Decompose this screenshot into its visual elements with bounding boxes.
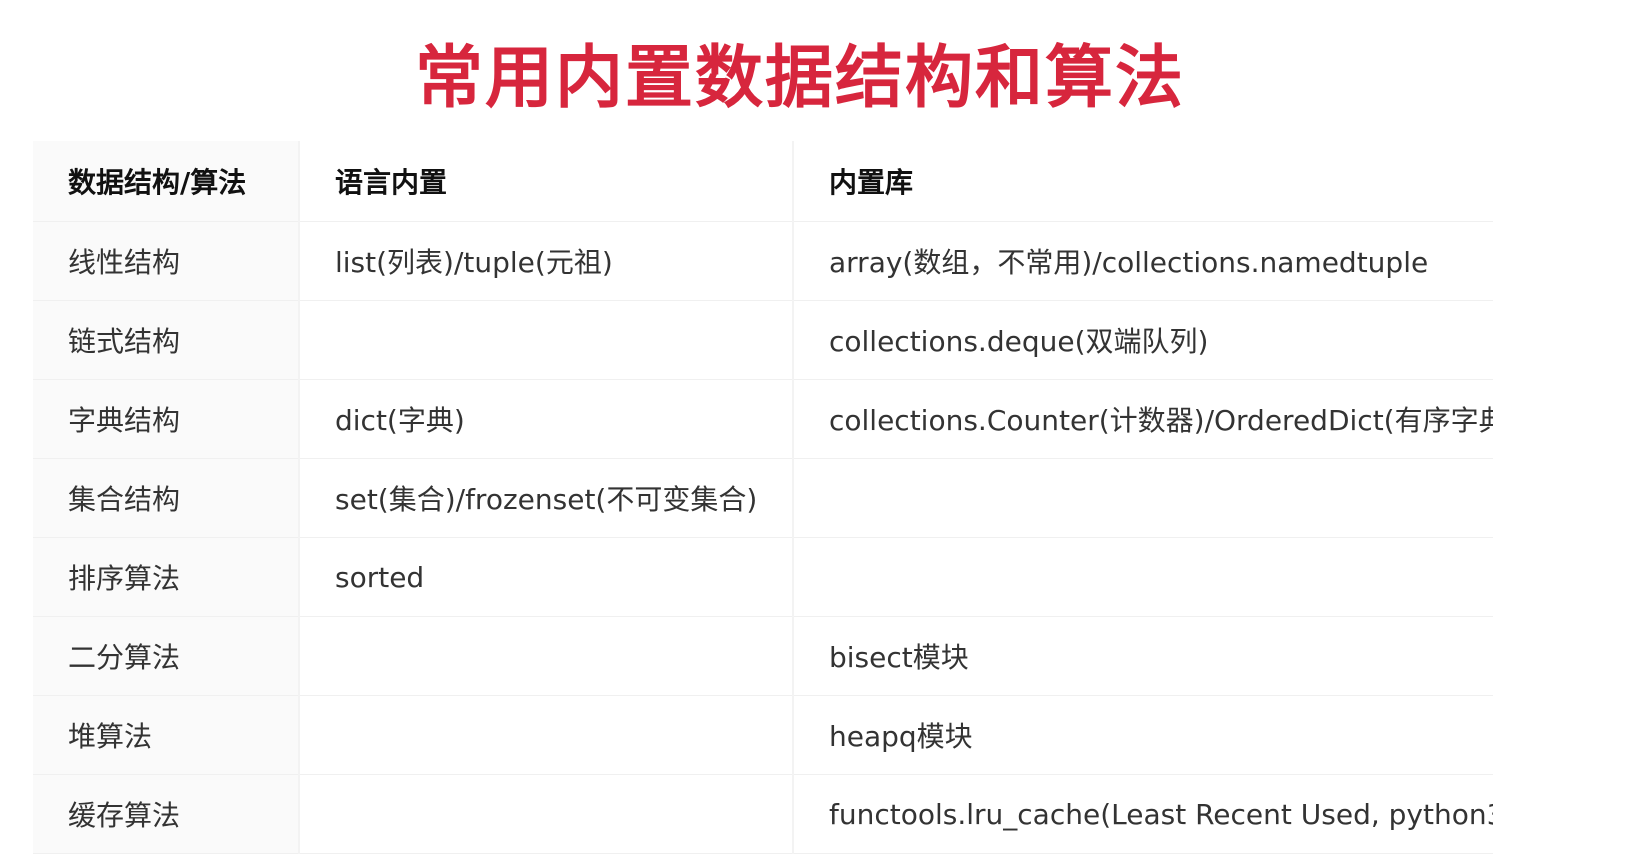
row-language-builtin xyxy=(298,616,793,696)
row-language-builtin: list(列表)/tuple(元祖) xyxy=(298,221,793,301)
table-row: 二分算法 bisect模块 xyxy=(33,616,1493,696)
row-builtin-library: collections.deque(双端队列) xyxy=(792,300,1493,380)
row-builtin-library: collections.Counter(计数器)/OrderedDict(有序字… xyxy=(792,379,1493,459)
data-structures-table: 数据结构/算法 语言内置 内置库 线性结构 list(列表)/tuple(元祖)… xyxy=(33,141,1493,854)
header-language-builtin: 语言内置 xyxy=(298,141,793,222)
row-category: 二分算法 xyxy=(33,616,299,696)
row-category: 链式结构 xyxy=(33,300,299,380)
table-row: 字典结构 dict(字典) collections.Counter(计数器)/O… xyxy=(33,379,1493,459)
row-category: 缓存算法 xyxy=(33,774,299,854)
row-category: 字典结构 xyxy=(33,379,299,459)
slide-title: 常用内置数据结构和算法 xyxy=(414,39,1185,118)
table-row: 排序算法 sorted xyxy=(33,537,1493,617)
row-category: 集合结构 xyxy=(33,458,299,538)
row-language-builtin xyxy=(298,300,793,380)
row-language-builtin xyxy=(298,774,793,854)
row-language-builtin xyxy=(298,695,793,775)
data-structures-table-container: 数据结构/算法 语言内置 内置库 线性结构 list(列表)/tuple(元祖)… xyxy=(33,141,1493,854)
row-builtin-library: functools.lru_cache(Least Recent Used, p… xyxy=(792,774,1493,854)
row-category: 线性结构 xyxy=(33,221,299,301)
table-row: 集合结构 set(集合)/frozenset(不可变集合) xyxy=(33,458,1493,538)
header-structure-algorithm: 数据结构/算法 xyxy=(33,141,299,222)
table-row: 堆算法 heapq模块 xyxy=(33,695,1493,775)
table-row: 线性结构 list(列表)/tuple(元祖) array(数组，不常用)/co… xyxy=(33,221,1493,301)
header-builtin-library: 内置库 xyxy=(792,141,1493,222)
row-builtin-library: bisect模块 xyxy=(792,616,1493,696)
row-category: 堆算法 xyxy=(33,695,299,775)
row-language-builtin: set(集合)/frozenset(不可变集合) xyxy=(298,458,793,538)
row-language-builtin: sorted xyxy=(298,537,793,617)
table-row: 缓存算法 functools.lru_cache(Least Recent Us… xyxy=(33,774,1493,854)
row-builtin-library: heapq模块 xyxy=(792,695,1493,775)
row-category: 排序算法 xyxy=(33,537,299,617)
row-builtin-library: array(数组，不常用)/collections.namedtuple xyxy=(792,221,1493,301)
row-builtin-library xyxy=(792,537,1493,617)
table-header-row: 数据结构/算法 语言内置 内置库 xyxy=(33,141,1493,222)
row-language-builtin: dict(字典) xyxy=(298,379,793,459)
row-builtin-library xyxy=(792,458,1493,538)
table-row: 链式结构 collections.deque(双端队列) xyxy=(33,300,1493,380)
